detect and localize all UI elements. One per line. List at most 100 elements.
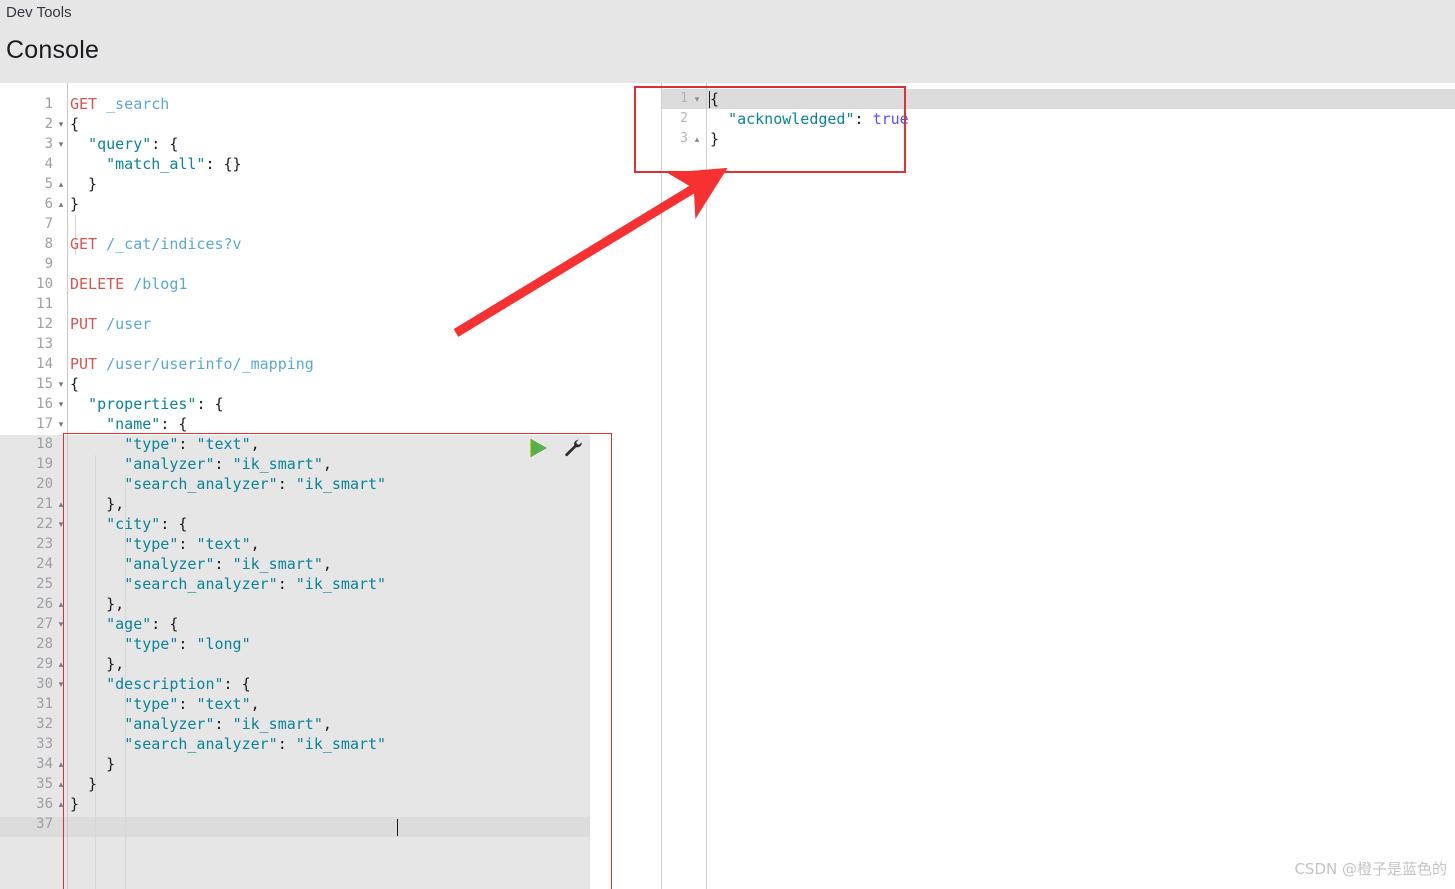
fold-up-icon[interactable]: ▴ <box>56 594 66 614</box>
code-text: }, <box>70 595 125 613</box>
line-number: 29 <box>36 656 53 672</box>
code-line[interactable]: 24 "analyzer": "ik_smart", <box>0 554 612 574</box>
code-line[interactable]: 31 "type": "text", <box>0 694 612 714</box>
line-number: 34 <box>36 756 53 772</box>
code-line[interactable]: 9 <box>0 254 612 274</box>
code-line[interactable]: 32 "analyzer": "ik_smart", <box>0 714 612 734</box>
line-number: 21 <box>36 496 53 512</box>
tab-console[interactable]: Console <box>6 36 99 71</box>
fold-up-icon[interactable]: ▴ <box>56 794 66 814</box>
code-line[interactable]: 11 <box>0 294 612 314</box>
code-text: "analyzer": "ik_smart", <box>124 715 332 733</box>
fold-up-icon[interactable]: ▴ <box>56 174 66 194</box>
line-number: 16 <box>36 396 53 412</box>
code-text: } <box>70 195 80 213</box>
line-number: 35 <box>36 776 53 792</box>
code-line[interactable]: 37 <box>0 814 612 834</box>
code-line[interactable]: 28 "type": "long" <box>0 634 612 654</box>
code-line[interactable]: 17 ▾ "name": { <box>0 414 612 434</box>
code-line[interactable]: 12 PUT /user <box>0 314 612 334</box>
code-text: PUT /user <box>70 315 152 333</box>
code-line[interactable]: 18 "type": "text", <box>0 434 612 454</box>
response-viewer-pane[interactable]: 1 ▾ {2 "acknowledged": true 3 ▴} <box>662 83 1455 889</box>
line-number: 23 <box>36 536 53 552</box>
line-number: 27 <box>36 616 53 632</box>
code-line[interactable]: 10 DELETE /blog1 <box>0 274 612 294</box>
code-line[interactable]: 13 <box>0 334 612 354</box>
fold-down-icon[interactable]: ▾ <box>56 134 66 154</box>
code-text: "analyzer": "ik_smart", <box>124 555 332 573</box>
tab-bar: Console <box>0 36 1455 115</box>
code-line[interactable]: 33 "search_analyzer": "ik_smart" <box>0 734 612 754</box>
code-line[interactable]: 1 GET _search <box>0 94 612 114</box>
code-line[interactable]: 14 PUT /user/userinfo/_mapping <box>0 354 612 374</box>
line-number: 28 <box>36 636 53 652</box>
fold-up-icon[interactable]: ▴ <box>692 129 702 149</box>
code-line[interactable]: 34 ▴ } <box>0 754 612 774</box>
code-line[interactable]: 36 ▴} <box>0 794 612 814</box>
editor-scroll-column[interactable] <box>590 83 612 889</box>
code-line[interactable]: 21 ▴ }, <box>0 494 612 514</box>
code-line[interactable]: 5 ▴ } <box>0 174 612 194</box>
fold-down-icon[interactable]: ▾ <box>692 89 702 109</box>
code-text: } <box>710 130 720 148</box>
line-number: 22 <box>36 516 53 532</box>
code-text: "age": { <box>106 615 179 633</box>
code-line[interactable]: 22 ▾ "city": { <box>0 514 612 534</box>
fold-down-icon[interactable]: ▾ <box>56 414 66 434</box>
fold-up-icon[interactable]: ▴ <box>56 654 66 674</box>
code-line[interactable]: 15 ▾{ <box>0 374 612 394</box>
line-number: 31 <box>36 696 53 712</box>
response-gutter-separator <box>706 83 707 889</box>
fold-down-icon[interactable]: ▾ <box>56 114 66 134</box>
code-line[interactable]: 3 ▾ "query": { <box>0 134 612 154</box>
code-text: }, <box>70 495 125 513</box>
code-line[interactable]: 35 ▴ } <box>0 774 612 794</box>
line-number: 14 <box>36 356 53 372</box>
code-line[interactable]: 25 "search_analyzer": "ik_smart" <box>0 574 612 594</box>
code-line[interactable]: 19 "analyzer": "ik_smart", <box>0 454 612 474</box>
code-text: { <box>710 90 720 108</box>
code-line[interactable]: 30 ▾ "description": { <box>0 674 612 694</box>
fold-down-icon[interactable]: ▾ <box>56 374 66 394</box>
line-number: 17 <box>36 416 53 432</box>
code-line[interactable]: 8 GET /_cat/indices?v <box>0 234 612 254</box>
code-line[interactable]: 4 "match_all": {} <box>0 154 612 174</box>
line-number: 7 <box>44 216 53 232</box>
code-text: "properties": { <box>88 395 224 413</box>
fold-down-icon[interactable]: ▾ <box>56 614 66 634</box>
code-line[interactable]: 7 <box>0 214 612 234</box>
code-line[interactable]: 20 "search_analyzer": "ik_smart" <box>0 474 612 494</box>
code-text: "search_analyzer": "ik_smart" <box>124 475 387 493</box>
code-text: "type": "text", <box>124 535 260 553</box>
code-text: }, <box>70 655 125 673</box>
request-editor-pane[interactable]: 1 GET _search 2 ▾{3 ▾ "query": {4 "match_all… <box>0 83 612 889</box>
watermark: CSDN @橙子是蓝色的 <box>1294 860 1447 878</box>
panel-splitter-gap <box>612 83 662 889</box>
code-line[interactable]: 27 ▾ "age": { <box>0 614 612 634</box>
line-number: 24 <box>36 556 53 572</box>
code-line[interactable]: 29 ▴ }, <box>0 654 612 674</box>
code-line[interactable]: 26 ▴ }, <box>0 594 612 614</box>
code-text: GET /_cat/indices?v <box>70 235 242 253</box>
code-line[interactable]: 2 ▾{ <box>0 114 612 134</box>
code-text: "acknowledged": true <box>728 110 909 128</box>
fold-up-icon[interactable]: ▴ <box>56 774 66 794</box>
fold-up-icon[interactable]: ▴ <box>56 194 66 214</box>
line-number: 5 <box>44 176 53 192</box>
line-number: 26 <box>36 596 53 612</box>
code-text: } <box>70 775 98 793</box>
code-line[interactable]: 23 "type": "text", <box>0 534 612 554</box>
fold-down-icon[interactable]: ▾ <box>56 514 66 534</box>
code-line: 1 ▾ { <box>662 89 1455 109</box>
code-line[interactable]: 16 ▾ "properties": { <box>0 394 612 414</box>
fold-down-icon[interactable]: ▾ <box>56 674 66 694</box>
line-number: 1 <box>44 96 53 112</box>
fold-up-icon[interactable]: ▴ <box>56 754 66 774</box>
fold-up-icon[interactable]: ▴ <box>56 494 66 514</box>
play-icon[interactable] <box>531 439 547 457</box>
wrench-icon[interactable] <box>562 437 584 459</box>
code-text: "name": { <box>106 415 188 433</box>
fold-down-icon[interactable]: ▾ <box>56 394 66 414</box>
code-line[interactable]: 6 ▴} <box>0 194 612 214</box>
